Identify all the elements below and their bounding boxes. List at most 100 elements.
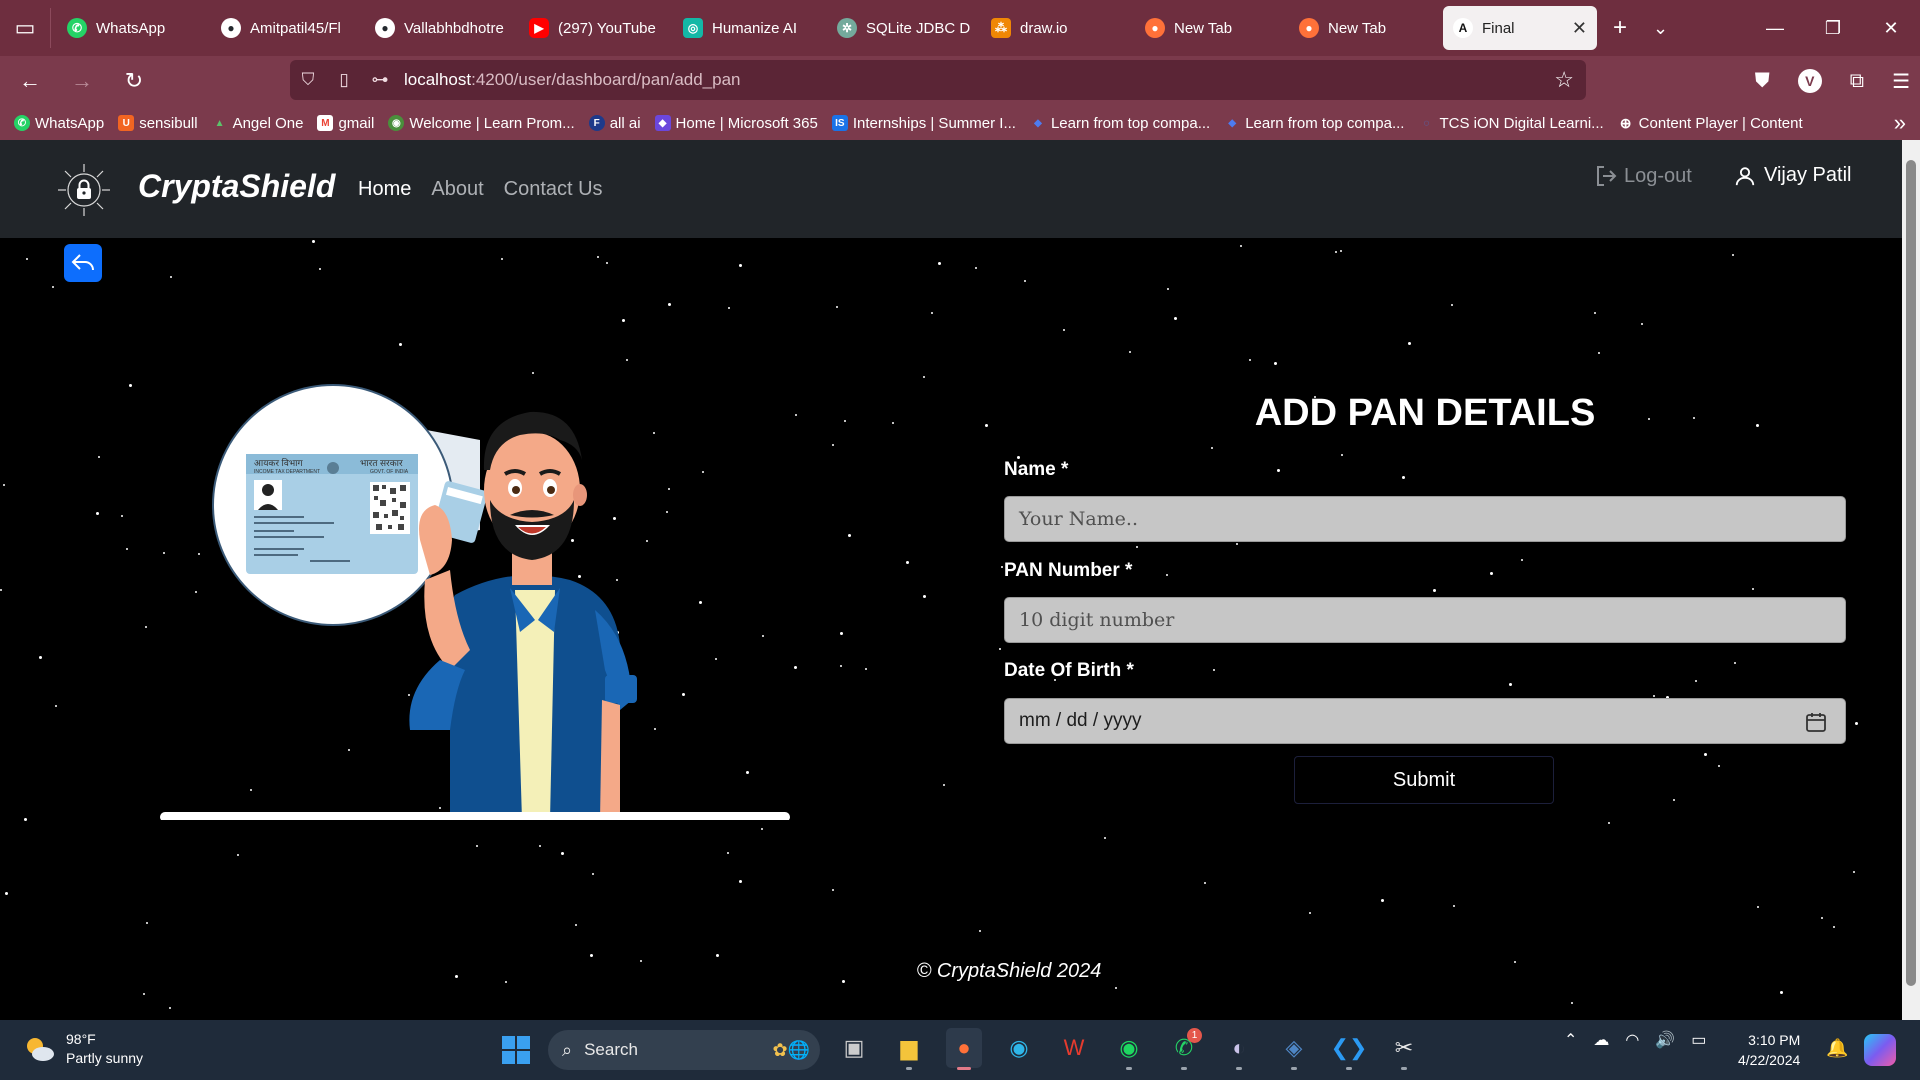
page-viewport: CryptaShield Home About Contact Us Log-o… [0, 140, 1902, 1020]
address-bar[interactable]: ⛉ ▯ ⊶ localhost:4200/user/dashboard/pan/… [290, 60, 1586, 100]
menu-icon[interactable]: ☰ [1892, 69, 1910, 94]
youtube-icon: ▶ [529, 18, 549, 38]
submit-button[interactable]: Submit [1294, 756, 1554, 804]
tab-new-tab-2[interactable]: ● New Tab [1289, 6, 1443, 50]
weather-widget[interactable]: 98°F Partly sunny [22, 1030, 143, 1068]
bookmark-angel-one[interactable]: ▲ Angel One [212, 115, 304, 132]
nav-about-link[interactable]: About [431, 178, 483, 201]
list-all-tabs-icon[interactable]: ⌄ [1653, 18, 1668, 39]
start-button[interactable] [502, 1036, 530, 1064]
bookmark-sensibull[interactable]: Usensibull [118, 115, 198, 132]
edge-icon[interactable]: ◉ [1001, 1028, 1037, 1068]
wps-office-icon[interactable]: W [1056, 1028, 1092, 1068]
tab-drawio[interactable]: ⁂ draw.io [981, 6, 1135, 50]
star [606, 262, 608, 264]
bookmark-tcs-ion[interactable]: ◌ TCS iON Digital Learni... [1418, 115, 1603, 132]
more-bookmarks-icon[interactable]: » [1894, 106, 1906, 140]
bookmark-label: Home | Microsoft 365 [675, 114, 818, 132]
tab-sqlite-jdbc[interactable]: ✲ SQLite JDBC Dr [827, 6, 981, 50]
extensions-icon[interactable]: ⧉ [1850, 70, 1864, 93]
star [848, 534, 851, 537]
tab-whatsapp[interactable]: ✆ WhatsApp [57, 6, 211, 50]
back-arrow-icon[interactable]: ← [8, 68, 52, 94]
taskbar-clock[interactable]: 3:10 PM 4/22/2024 [1738, 1030, 1800, 1070]
page-scrollbar[interactable] [1902, 140, 1920, 1020]
bookmark-learn-top-1[interactable]: ◆ Learn from top compa... [1030, 115, 1210, 132]
copilot-icon[interactable] [1864, 1034, 1896, 1066]
star [146, 922, 148, 924]
bookmark-microsoft-365[interactable]: ◆ Home | Microsoft 365 [654, 114, 818, 132]
pan-card-illustration: आयकर विभाग भारत सरकार INCOME TAX DEPARTM… [160, 384, 790, 820]
mysql-workbench-icon[interactable]: ◈ [1276, 1028, 1312, 1070]
drawio-icon: ⁂ [991, 18, 1011, 38]
back-button[interactable] [64, 244, 102, 282]
minimize-icon[interactable]: — [1746, 18, 1804, 39]
notification-bell-icon[interactable]: 🔔 [1826, 1038, 1848, 1059]
brand-name[interactable]: CryptaShield [138, 168, 335, 205]
bookmark-internshala[interactable]: IS Internships | Summer I... [831, 115, 1016, 132]
reload-icon[interactable]: ↻ [112, 68, 156, 94]
bookmark-label: Learn from top compa... [1050, 114, 1211, 132]
star [1309, 912, 1311, 914]
star [1211, 447, 1213, 449]
pocket-icon[interactable]: ⛊ [1755, 70, 1770, 93]
taskbar-search[interactable]: ⌕ Search ✿🌐 [548, 1030, 820, 1070]
close-tab-icon[interactable]: ✕ [1572, 18, 1587, 39]
snipping-tool-icon[interactable]: ✂ [1386, 1028, 1422, 1070]
tab-humanize-ai[interactable]: ◎ Humanize AI [673, 6, 827, 50]
firefox-taskbar-icon[interactable]: ● [946, 1028, 982, 1070]
search-icon: ⌕ [562, 1039, 573, 1060]
shield-icon[interactable]: ⛉ [290, 70, 326, 90]
star [0, 589, 2, 591]
openai-icon: ✲ [837, 18, 857, 38]
bookmark-learn-prompting[interactable]: ◉ Welcome | Learn Prom... [388, 115, 575, 132]
calendar-icon[interactable] [1805, 711, 1827, 733]
nav-home-link[interactable]: Home [358, 178, 411, 201]
volume-icon[interactable]: 🔊 [1655, 1030, 1675, 1050]
name-input[interactable]: Your Name.. [1004, 496, 1846, 542]
tab-github-amitpatil[interactable]: ● Amitpatil45/Fl [211, 6, 365, 50]
connection-icon[interactable]: ⊶ [362, 70, 398, 90]
star [979, 930, 981, 932]
logout-link[interactable]: Log-out [1594, 164, 1692, 188]
wifi-icon[interactable]: ◠ [1625, 1030, 1639, 1050]
bookmark-content-player[interactable]: ⊕ Content Player | Content [1618, 115, 1803, 132]
star [399, 343, 402, 346]
page-icon[interactable]: ▯ [326, 70, 362, 90]
bookmark-star-icon[interactable]: ☆ [1554, 67, 1574, 93]
user-profile-link[interactable]: Vijay Patil [1734, 164, 1851, 187]
tab-final-active[interactable]: A Final ✕ [1443, 6, 1597, 50]
dob-input[interactable]: mm / dd / yyyy [1004, 698, 1846, 744]
eclipse-icon[interactable]: ◐ [1221, 1028, 1257, 1070]
pan-number-input[interactable]: 10 digit number [1004, 597, 1846, 643]
new-tab-icon[interactable]: + [1613, 14, 1627, 42]
tab-github-vallabh[interactable]: ● Vallabhbdhotre [365, 6, 519, 50]
notification-badge: 1 [1187, 1028, 1202, 1043]
nav-contact-link[interactable]: Contact Us [504, 178, 603, 201]
tab-overview-icon[interactable]: ▭ [0, 0, 50, 56]
vscode-icon[interactable]: ❮❯ [1331, 1028, 1367, 1070]
profile-avatar[interactable]: V [1797, 69, 1822, 93]
chevron-up-icon[interactable]: ⌃ [1564, 1030, 1577, 1050]
spotify-icon[interactable]: ◉ [1111, 1028, 1147, 1070]
star [98, 456, 100, 458]
star [1780, 991, 1783, 994]
star [1718, 765, 1720, 767]
battery-icon[interactable]: ▭ [1691, 1030, 1706, 1050]
tab-youtube[interactable]: ▶ (297) YouTube [519, 6, 673, 50]
forward-arrow-icon[interactable]: → [60, 68, 104, 94]
file-explorer-icon[interactable]: ▆ [891, 1028, 927, 1070]
site-nav-links: Home About Contact Us [358, 178, 603, 201]
tab-new-tab-1[interactable]: ● New Tab [1135, 6, 1289, 50]
bookmark-gmail[interactable]: Mgmail [317, 115, 374, 132]
task-view-icon[interactable]: ▣ [836, 1028, 872, 1068]
onedrive-icon[interactable]: ☁ [1593, 1030, 1609, 1050]
restore-icon[interactable]: ❐ [1804, 18, 1862, 39]
bookmark-learn-top-2[interactable]: ◆ Learn from top compa... [1224, 115, 1404, 132]
bookmark-all-ai[interactable]: Fall ai [588, 115, 641, 132]
close-window-icon[interactable]: ✕ [1862, 18, 1920, 39]
whatsapp-taskbar-icon[interactable]: ✆ 1 [1166, 1028, 1202, 1070]
bookmark-whatsapp[interactable]: ✆ WhatsApp [14, 115, 104, 132]
scrollbar-thumb[interactable] [1906, 160, 1916, 986]
star [1453, 905, 1455, 907]
